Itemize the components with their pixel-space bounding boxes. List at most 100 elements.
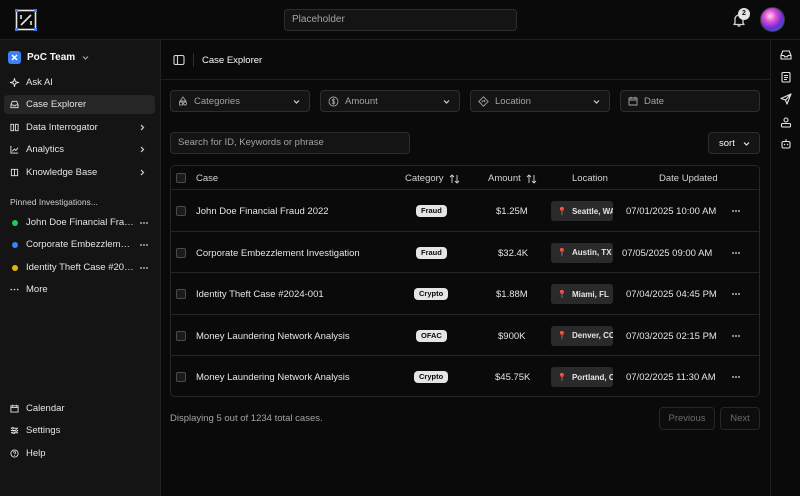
row-checkbox[interactable] [176,206,186,216]
help-icon [10,449,19,458]
sidebar-item-knowledge-base[interactable]: Knowledge Base [4,163,155,182]
app-logo-icon[interactable] [14,8,38,32]
sort-arrows-icon [449,173,459,184]
filter-label: Amount [345,95,378,107]
location-chip: 📍 Seattle, WA [551,201,613,221]
amount-value: $1.88M [496,289,528,300]
row-checkbox[interactable] [176,372,186,382]
pinned-item[interactable]: Corporate Embezzlement Investigation [4,235,155,254]
table-row[interactable]: Money Laundering Network Analysis OFAC $… [171,315,759,356]
table-row[interactable]: Money Laundering Network Analysis Crypto… [171,356,759,396]
breadcrumb: Case Explorer [161,40,770,80]
location-chip: 📍 Denver, CO [551,325,613,346]
columns-icon [10,123,19,132]
send-icon[interactable] [780,93,792,105]
sidebar-item-label: Calendar [26,403,65,414]
category-badge: Fraud [416,205,447,217]
main-content: Case Explorer Categories Amount Location… [161,40,770,496]
column-amount[interactable]: Amount [488,173,537,184]
team-name: PoC Team [27,51,76,63]
calendar-icon [628,96,638,106]
sidebar-item-label: Analytics [26,144,65,155]
sort-label: sort [719,137,735,149]
sidebar-item-data-interrogator[interactable]: Data Interrogator [4,118,155,137]
location-filter[interactable]: Location [470,90,610,112]
settings-icon [10,426,19,435]
row-checkbox[interactable] [176,247,186,258]
sidebar-item-help[interactable]: Help [4,444,155,463]
column-case: Case [196,173,218,184]
category-badge: Fraud [416,246,447,259]
sidebar-item-settings[interactable]: Settings [4,421,155,440]
more-horizontal-icon[interactable] [731,248,741,258]
sidebar-item-label: Knowledge Base [26,167,98,178]
location-label: Austin, TX [571,248,612,257]
chevron-down-icon [593,100,600,104]
sidebar-item-calendar[interactable]: Calendar [4,399,155,418]
sidebar-item-label: Data Interrogator [26,122,98,133]
pinned-item[interactable]: Identity Theft Case #2024-001 [4,258,155,277]
column-label: Location [572,173,608,184]
dollar-icon [328,96,339,106]
clipboard-icon[interactable] [780,71,792,83]
breadcrumb-divider [193,53,194,67]
sidebar-toggle-icon[interactable] [173,54,185,66]
date-updated: 07/01/2025 10:00 AM [626,206,717,217]
filter-label: Date [644,95,665,107]
bot-icon[interactable] [780,138,792,150]
table-row[interactable]: Identity Theft Case #2024-001 Crypto $1.… [171,273,759,315]
sidebar-item-more[interactable]: More [4,280,155,299]
category-badge: Crypto [414,371,449,383]
row-checkbox[interactable] [176,330,186,341]
case-name[interactable]: John Doe Financial Fraud 2022 [196,206,329,217]
map-pin-icon: 📍 [557,289,567,299]
more-horizontal-icon[interactable] [731,372,741,382]
previous-button[interactable]: Previous [659,407,715,430]
case-name[interactable]: Money Laundering Network Analysis [196,372,350,383]
case-search-input[interactable]: Search for ID, Keywords or phrase [170,132,410,154]
column-category[interactable]: Category [405,173,460,184]
user-badge-icon[interactable] [780,116,792,128]
user-avatar[interactable] [760,7,785,32]
shapes-icon [179,96,187,106]
amount-filter[interactable]: Amount [320,90,460,112]
more-horizontal-icon[interactable] [731,206,741,216]
case-name[interactable]: Identity Theft Case #2024-001 [196,289,324,300]
more-horizontal-icon[interactable] [139,218,149,228]
table-row[interactable]: John Doe Financial Fraud 2022 Fraud $1.2… [171,190,759,232]
location-diamond-icon [478,95,489,107]
more-horizontal-icon[interactable] [731,331,741,341]
date-updated: 07/03/2025 02:15 PM [626,330,717,342]
categories-filter[interactable]: Categories [170,90,310,112]
more-horizontal-icon[interactable] [139,263,149,273]
more-horizontal-icon[interactable] [139,240,149,250]
status-dot [12,219,18,226]
sidebar-item-case-explorer[interactable]: Case Explorer [4,95,155,114]
sidebar-item-label: Help [26,448,46,459]
select-all-checkbox[interactable] [176,173,186,183]
case-name[interactable]: Corporate Embezzlement Investigation [196,248,360,259]
pinned-item-label: John Doe Financial Fraud 2022 [26,217,134,228]
amount-value: $900K [498,330,526,342]
amount-value: $1.25M [496,206,528,217]
sidebar-item-ask-ai[interactable]: Ask AI [4,73,155,92]
sort-button[interactable]: sort [708,132,760,154]
table-row[interactable]: Corporate Embezzlement Investigation Fra… [171,232,759,273]
more-horizontal-icon[interactable] [731,289,741,299]
pinned-item[interactable]: John Doe Financial Fraud 2022 [4,213,155,232]
notification-badge: 2 [738,8,750,20]
row-checkbox[interactable] [176,289,186,299]
team-switcher[interactable]: PoC Team [8,49,90,65]
page-title: Case Explorer [202,55,263,66]
column-label: Category [405,173,444,184]
chevron-down-icon [82,55,89,60]
sidebar-item-analytics[interactable]: Analytics [4,140,155,159]
inbox-icon[interactable] [780,49,792,61]
global-search-input[interactable]: Placeholder [284,9,517,31]
case-name[interactable]: Money Laundering Network Analysis [196,331,350,342]
location-label: Denver, CO [571,331,613,340]
next-button[interactable]: Next [720,407,760,430]
map-pin-icon: 📍 [557,206,567,216]
status-dot [12,241,18,248]
date-filter[interactable]: Date [620,90,760,112]
